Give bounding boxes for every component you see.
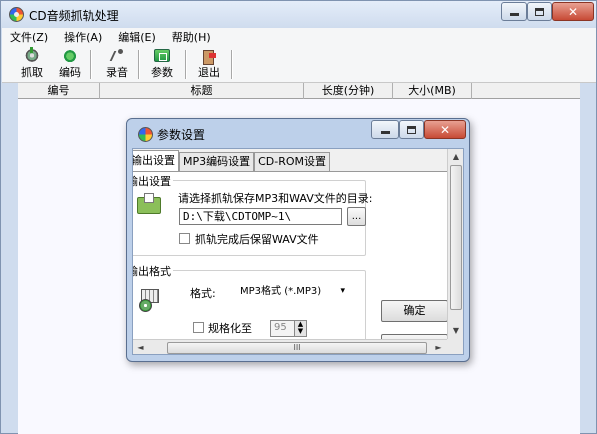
horizontal-scroll-thumb[interactable]: III [167,342,427,354]
scroll-up-icon[interactable]: ▲ [448,149,463,164]
output-directory-input[interactable]: D:\下载\CDTOMP~1\ [179,208,342,225]
grab-label: 抓取 [21,66,43,79]
stepper-buttons: ▲ ▼ [294,321,306,336]
dialog-client-area: 输出设置 MP3编码设置 CD-ROM设置 输出设置 请选择抓轨保存MP3和WA… [132,148,464,355]
dialog-minimize-button[interactable] [371,120,399,139]
maximize-icon [407,125,416,134]
window-title: CD音频抓轨处理 [29,9,119,23]
maximize-icon [535,7,544,16]
format-group [133,270,366,350]
close-icon: ✕ [567,4,579,19]
encode-button[interactable]: 编码 [59,49,81,80]
scroll-down-icon[interactable]: ▼ [448,323,463,338]
toolbar: 抓取 编码 录音 参数 退出 [2,46,596,83]
cd-app-icon [9,7,24,22]
menu-file[interactable]: 文件(Z) [2,29,56,45]
menu-bar: 文件(Z) 操作(A) 编辑(E) 帮助(H) [2,28,596,46]
params-button[interactable]: 参数 [151,49,173,80]
minimize-icon [509,13,519,16]
settings-tabs: 输出设置 MP3编码设置 CD-ROM设置 [133,150,331,171]
tab-cdrom-settings[interactable]: CD-ROM设置 [254,152,331,171]
dialog-horizontal-scrollbar[interactable]: ◄ III ► [133,339,447,354]
dialog-vertical-scrollbar[interactable]: ▲ ▼ [447,149,463,339]
encode-label: 编码 [59,66,81,79]
dialog-close-button[interactable]: ✕ [424,120,466,139]
encode-icon [62,49,78,62]
vertical-scroll-thumb[interactable] [450,165,462,310]
menu-help[interactable]: 帮助(H) [164,29,219,45]
dialog-maximize-button[interactable] [399,120,424,139]
folder-icon [137,193,161,214]
toolbar-separator [231,50,233,79]
record-button[interactable]: 录音 [106,49,128,80]
column-number[interactable]: 编号 [18,83,100,99]
maximize-button[interactable] [527,2,552,21]
cd-app-icon [138,127,153,142]
keep-wav-checkbox[interactable] [179,233,190,244]
browse-button[interactable]: ... [347,207,366,226]
track-list-header: 编号 标题 长度(分钟) 大小(MB) [18,83,580,99]
scroll-left-icon[interactable]: ◄ [133,340,148,354]
format-group-label: 输出格式 [133,263,173,279]
toolbar-separator [90,50,92,79]
cd-encode-icon [139,289,159,312]
settings-icon [154,49,170,62]
grab-button[interactable]: 抓取 [21,47,43,80]
directory-prompt: 请选择抓轨保存MP3和WAV文件的目录: [178,192,373,205]
scrollbar-corner [447,339,463,354]
keep-wav-label: 抓轨完成后保留WAV文件 [195,233,319,246]
settings-dialog: 参数设置 ✕ 输出设置 MP3编码设置 CD-ROM设置 输出设置 请选择抓轨保… [126,118,470,362]
close-button[interactable]: ✕ [552,2,594,21]
format-label: 格式: [190,287,216,300]
minimize-icon [380,131,390,134]
menu-operation[interactable]: 操作(A) [56,29,110,45]
params-label: 参数 [151,66,173,79]
ok-button[interactable]: 确定 [381,300,448,322]
menu-edit[interactable]: 编辑(E) [110,29,164,45]
normalize-checkbox[interactable] [193,322,204,333]
title-bar[interactable]: CD音频抓轨处理 ✕ [1,1,596,28]
format-select[interactable]: MP3格式 (*.MP3) ▾ [237,283,347,300]
normalize-level-value: 95 [274,322,287,333]
column-length[interactable]: 长度(分钟) [304,83,393,99]
chevron-down-icon: ▾ [340,286,345,296]
toolbar-separator [138,50,140,79]
record-label: 录音 [106,66,128,79]
scroll-right-icon[interactable]: ► [431,340,446,354]
format-select-value: MP3格式 (*.MP3) [240,286,322,297]
cd-rip-icon [24,47,40,62]
tab-output-settings[interactable]: 输出设置 [133,150,179,171]
dialog-title: 参数设置 [157,128,206,142]
exit-label: 退出 [198,66,220,79]
toolbar-separator [185,50,187,79]
normalize-level-stepper[interactable]: 95 ▲ ▼ [270,320,307,337]
exit-door-icon [201,49,217,65]
microphone-icon [109,49,125,62]
tab-mp3-encoding[interactable]: MP3编码设置 [179,152,255,171]
column-size[interactable]: 大小(MB) [393,83,472,99]
output-settings-page: 输出设置 请选择抓轨保存MP3和WAV文件的目录: D:\下载\CDTOMP~1… [133,171,460,350]
close-icon: ✕ [439,122,451,137]
exit-button[interactable]: 退出 [198,49,220,80]
stepper-down-icon[interactable]: ▼ [295,328,306,335]
normalize-label: 规格化至 [208,322,252,335]
output-group-label: 输出设置 [133,173,173,189]
minimize-button[interactable] [501,2,527,21]
column-title[interactable]: 标题 [100,83,304,99]
